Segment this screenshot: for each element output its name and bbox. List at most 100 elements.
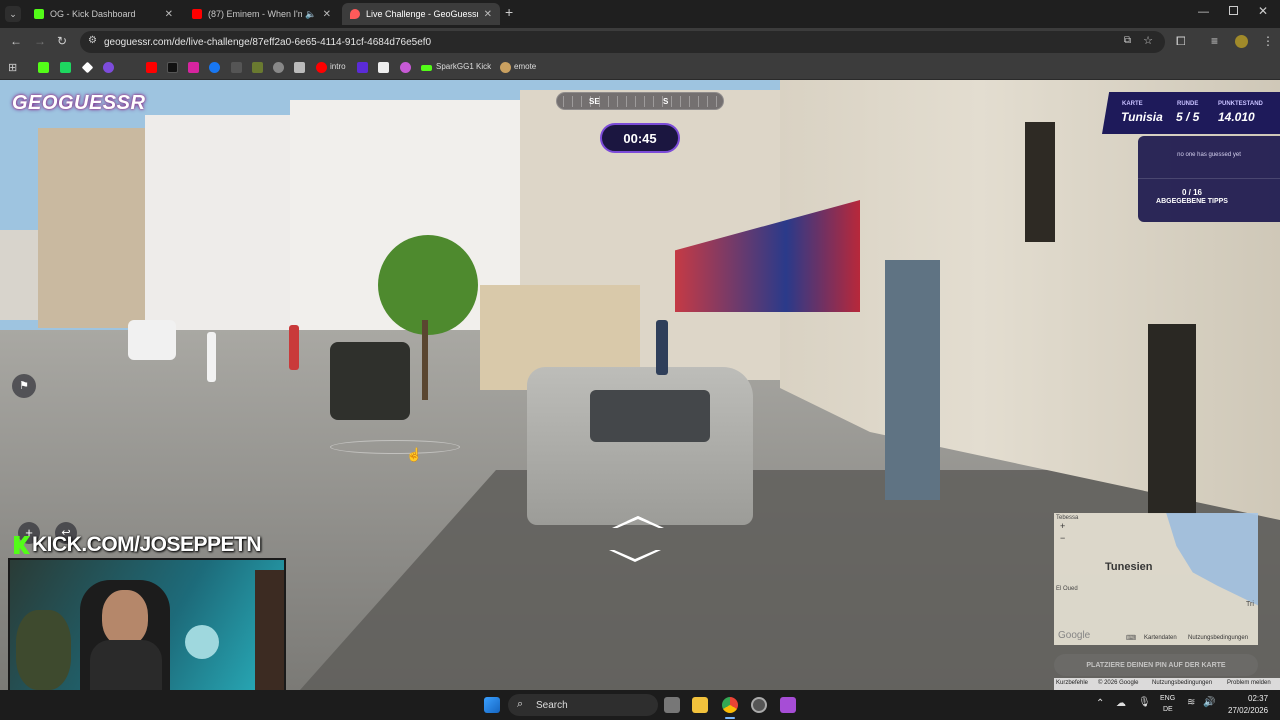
clock-time[interactable]: 02:37	[1248, 694, 1268, 703]
site-info-icon[interactable]: ⚙	[88, 35, 97, 46]
van-windshield	[590, 390, 710, 442]
bookmark-youtube-icon[interactable]	[146, 62, 157, 73]
footer-terms[interactable]: Nutzungsbedingungen	[1152, 680, 1212, 686]
pedestrian-1	[207, 332, 216, 382]
extensions-icon[interactable]: ⧠	[1176, 34, 1186, 49]
map-label: KARTE	[1122, 101, 1143, 107]
minimap-terms[interactable]: Nutzungsbedingungen	[1188, 635, 1248, 641]
tray-chevron-icon[interactable]: ⌃	[1096, 698, 1104, 709]
volume-icon[interactable]: 🔊	[1203, 697, 1215, 708]
windows-start-icon[interactable]	[484, 697, 500, 713]
bookmark-twitch-icon[interactable]	[103, 62, 114, 73]
language-bottom[interactable]: DE	[1163, 706, 1173, 713]
kick-icon	[34, 9, 44, 19]
tab-search-button[interactable]: ⌄	[5, 6, 21, 22]
tray-cloud-icon[interactable]: ☁	[1116, 698, 1126, 709]
bookmark-bolt-icon[interactable]	[252, 62, 263, 73]
guess-status-panel: no one has guessed yet 0 / 16 ABGEGEBENE…	[1138, 136, 1280, 222]
place-pin-button[interactable]: PLATZIERE DEINEN PIN AUF DER KARTE	[1054, 654, 1258, 676]
close-icon[interactable]: ✕	[484, 9, 492, 20]
task-view-icon[interactable]	[664, 697, 680, 713]
panel-divider	[1138, 178, 1280, 179]
building-white-1	[145, 115, 295, 330]
apps-grid-icon[interactable]: ⊞	[8, 61, 17, 74]
close-icon[interactable]: ✕	[323, 9, 331, 20]
bookmark-youtube-intro-icon[interactable]	[316, 62, 327, 73]
file-explorer-icon[interactable]	[692, 697, 708, 713]
minimap-kartendaten[interactable]: Kartendaten	[1144, 635, 1177, 641]
window-right	[1025, 122, 1055, 242]
forward-icon[interactable]: →	[34, 34, 46, 48]
pedestrian-2	[289, 325, 299, 370]
webcam-disco-ball	[185, 625, 219, 659]
webcam-shelf	[255, 570, 284, 690]
bookmark-intro-label[interactable]: intro	[330, 62, 346, 71]
webcam-overlay	[8, 558, 286, 690]
chrome-icon[interactable]	[722, 697, 738, 713]
bookmark-p-icon[interactable]	[378, 62, 389, 73]
profile-avatar[interactable]	[1235, 35, 1248, 48]
minimap-keyboard-icon[interactable]: ⌨	[1126, 634, 1136, 642]
bookmark-diamond-icon[interactable]	[81, 61, 94, 74]
restore-icon[interactable]	[1229, 6, 1238, 15]
bookmark-dark-icon[interactable]	[231, 62, 242, 73]
bookmark-camera-icon[interactable]	[273, 62, 284, 73]
minimap-zoom-out[interactable]: −	[1060, 533, 1065, 543]
close-icon[interactable]: ✕	[165, 9, 173, 20]
address-bar[interactable]: ⚙ geoguessr.com/de/live-challenge/87eff2…	[80, 31, 1165, 53]
webcam-person	[102, 590, 148, 646]
tab-title: Live Challenge - GeoGuessr	[366, 9, 478, 19]
garage-door	[885, 260, 940, 500]
bookmark-star-icon[interactable]: ☆	[1143, 34, 1153, 47]
tab-kick-dashboard[interactable]: OG - Kick Dashboard ✕	[26, 3, 181, 25]
tab-youtube[interactable]: (87) Eminem - When I'm Gone 🔈 ✕	[184, 3, 339, 25]
bookmark-sparkgg-label[interactable]: SparkGG1 Kick	[436, 62, 491, 71]
app-icon[interactable]	[751, 697, 767, 713]
street-view-panorama[interactable]: ☝ GEOGUESSR SE S 00:45 KARTE Tunisia RUN…	[0, 80, 1280, 690]
bookmark-tiktok-icon[interactable]	[167, 62, 178, 73]
bookmark-doc-icon[interactable]	[294, 62, 305, 73]
language-top[interactable]: ENG	[1160, 695, 1175, 702]
new-tab-button[interactable]: +	[505, 4, 513, 20]
land-mass	[1054, 513, 1258, 645]
bookmark-instagram-icon[interactable]	[188, 62, 199, 73]
wifi-icon[interactable]: ≋	[1187, 697, 1195, 708]
footer-report[interactable]: Problem melden	[1227, 680, 1271, 686]
round-label: RUNDE	[1177, 101, 1199, 107]
pedestrian-3	[656, 320, 668, 375]
back-icon[interactable]: ←	[10, 34, 22, 48]
bookmark-emote-label[interactable]: emote	[514, 62, 536, 71]
footer-shortcuts[interactable]: Kurzbefehle	[1056, 680, 1088, 686]
speaker-icon: 🔈	[305, 8, 317, 19]
tree	[378, 235, 478, 335]
window-close-icon[interactable]: ✕	[1258, 4, 1268, 18]
bookmarks-bar: ⊞ intro SparkGG1 Kick emote	[0, 56, 1280, 80]
geoguessr-logo[interactable]: GEOGUESSR	[12, 92, 145, 115]
scoreboard: KARTE Tunisia RUNDE 5 / 5 PUNKTESTAND 14…	[1102, 92, 1280, 134]
tab-title: OG - Kick Dashboard	[50, 9, 136, 19]
bookmark-emote-icon[interactable]	[500, 62, 511, 73]
reload-icon[interactable]: ↻	[57, 34, 67, 48]
compass[interactable]: SE S	[556, 92, 724, 110]
bookmark-facebook-icon[interactable]	[209, 62, 220, 73]
bookmark-phone-icon[interactable]	[400, 62, 411, 73]
install-icon[interactable]: ⧉	[1124, 35, 1131, 46]
bookmark-kick-icon[interactable]	[38, 62, 49, 73]
compass-ticks	[563, 96, 719, 107]
clock-date[interactable]: 27/02/2026	[1228, 706, 1268, 715]
movement-target[interactable]	[330, 440, 460, 454]
microphone-icon[interactable]: 🎙	[1138, 697, 1151, 708]
tab-geoguessr[interactable]: Live Challenge - GeoGuessr ✕	[342, 3, 500, 25]
reading-list-icon[interactable]: ≡	[1211, 34, 1218, 48]
menu-icon[interactable]: ⋮	[1262, 34, 1274, 48]
streaming-app-icon[interactable]	[780, 697, 796, 713]
bookmark-sparkgg-icon[interactable]	[421, 65, 432, 71]
minimize-icon[interactable]: —	[1198, 6, 1209, 18]
taskbar-search[interactable]: ⌕ Search	[508, 694, 658, 716]
minimap-zoom-in[interactable]: +	[1060, 521, 1065, 531]
bookmark-d-icon[interactable]	[60, 62, 71, 73]
flag-location-icon[interactable]: ⚑	[12, 374, 36, 398]
webcam-plant	[16, 610, 71, 690]
bookmark-v-icon[interactable]	[357, 62, 368, 73]
guess-minimap[interactable]: Tebessa + − Tunesien El Oued Tri Google …	[1054, 513, 1258, 645]
